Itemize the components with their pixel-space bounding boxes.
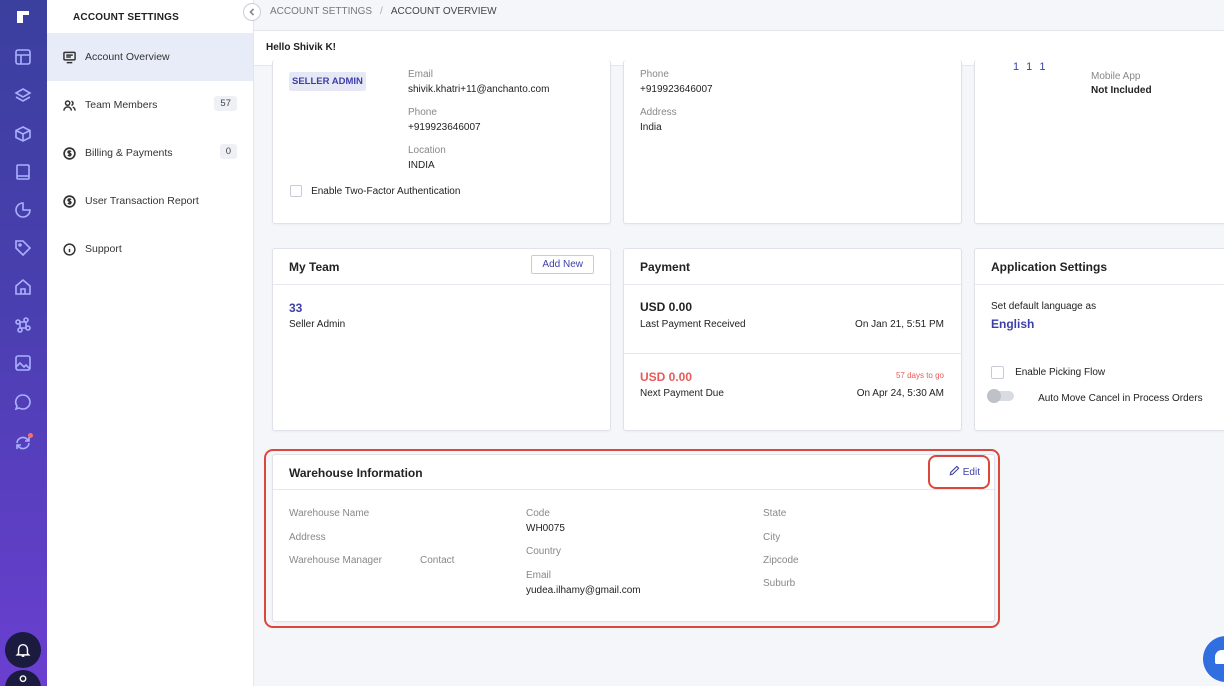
sidebar-item-label: User Transaction Report	[85, 195, 199, 207]
language-label: Set default language as	[991, 301, 1097, 312]
last-payment-label: Last Payment Received	[640, 319, 746, 330]
team-count[interactable]: 33	[289, 301, 302, 315]
picking-flow-row: Enable Picking Flow	[991, 366, 1105, 379]
breadcrumb-separator: /	[380, 6, 383, 17]
phone-label: Phone	[408, 107, 437, 118]
image-icon[interactable]	[12, 352, 34, 374]
pie-chart-icon[interactable]	[12, 199, 34, 221]
my-team-card: My Team Add New 33 Seller Admin	[272, 248, 611, 431]
sidebar-item-label: Billing & Payments	[85, 147, 173, 159]
breadcrumb-current: ACCOUNT OVERVIEW	[390, 6, 497, 17]
last-payment-date: On Jan 21, 5:51 PM	[855, 319, 944, 330]
user-icon[interactable]	[5, 670, 41, 686]
two-factor-checkbox[interactable]	[290, 185, 302, 198]
logo-icon[interactable]	[12, 6, 34, 28]
home-icon[interactable]	[12, 276, 34, 298]
greeting-text: Hello Shivik K!	[266, 42, 337, 53]
picking-flow-checkbox[interactable]	[991, 366, 1004, 379]
sidebar-title: ACCOUNT SETTINGS	[73, 12, 179, 23]
users-icon	[61, 97, 77, 113]
application-settings-card: Application Settings Set default languag…	[974, 248, 1224, 431]
phone-value: +919923646007	[408, 122, 481, 133]
sidebar-item-user-transaction-report[interactable]: User Transaction Report	[47, 177, 253, 225]
layers-icon[interactable]	[12, 85, 34, 107]
auto-move-label: Auto Move Cancel in Process Orders	[1038, 393, 1203, 404]
sidebar-item-support[interactable]: Support	[47, 225, 253, 273]
edit-highlight-box	[928, 455, 990, 489]
dollar-circle-icon	[61, 145, 77, 161]
email-label: Email	[408, 69, 434, 80]
email-value: shivik.khatri+11@anchanto.com	[408, 84, 550, 95]
sidebar-item-label: Support	[85, 243, 122, 255]
layout-icon[interactable]	[12, 46, 34, 68]
message-icon[interactable]	[12, 391, 34, 413]
sidebar-item-label: Account Overview	[85, 51, 170, 63]
plan-card: 1 1 1 Mobile App Not Included	[974, 60, 1224, 224]
auto-move-toggle[interactable]	[987, 389, 1014, 403]
sidebar-item-account-overview[interactable]: Account Overview	[47, 33, 253, 81]
mobile-app-value: Not Included	[1091, 85, 1152, 96]
application-settings-title: Application Settings	[991, 260, 1108, 274]
collapse-sidebar-button[interactable]	[243, 3, 261, 21]
due-label: Next Payment Due	[640, 388, 724, 399]
chat-button[interactable]	[1203, 636, 1224, 682]
breadcrumb: ACCOUNT SETTINGS / ACCOUNT OVERVIEW	[270, 6, 497, 17]
team-members-count: 57	[214, 96, 237, 111]
company-address-label: Address	[640, 107, 677, 118]
sync-icon[interactable]	[12, 432, 34, 454]
breadcrumb-root[interactable]: ACCOUNT SETTINGS	[270, 6, 372, 17]
chevron-left-icon	[249, 8, 255, 16]
company-phone-value: +919923646007	[640, 84, 713, 95]
box-icon[interactable]	[12, 123, 34, 145]
my-team-title: My Team	[289, 260, 340, 274]
two-factor-label: Enable Two-Factor Authentication	[311, 186, 461, 197]
two-factor-row: Enable Two-Factor Authentication	[290, 185, 461, 198]
due-amount: USD 0.00	[640, 370, 693, 384]
location-label: Location	[408, 145, 446, 156]
role-badge: SELLER ADMIN	[289, 72, 366, 91]
picking-flow-label: Enable Picking Flow	[1015, 367, 1106, 379]
team-role: Seller Admin	[289, 319, 346, 330]
sidebar-item-team-members[interactable]: Team Members 57	[47, 81, 253, 129]
settings-sidebar: ACCOUNT SETTINGS Account Overview Team M…	[47, 0, 254, 686]
language-value[interactable]: English	[991, 317, 1034, 331]
add-new-button[interactable]: Add New	[531, 255, 594, 274]
my-team-header: My Team Add New	[273, 249, 610, 285]
billing-count: 0	[219, 144, 237, 159]
dollar-circle-icon	[61, 193, 77, 209]
due-date: On Apr 24, 5:30 AM	[856, 388, 944, 399]
last-payment-amount: USD 0.00	[640, 300, 693, 314]
book-icon[interactable]	[12, 161, 34, 183]
company-address-value: India	[640, 122, 662, 133]
location-value: INDIA	[408, 160, 435, 171]
monitor-icon	[61, 49, 77, 65]
payment-header: Payment	[624, 249, 961, 285]
icon-rail	[0, 0, 47, 686]
company-card: Phone +919923646007 Address India	[623, 60, 962, 224]
payment-divider	[624, 353, 961, 354]
auto-move-row: Auto Move Cancel in Process Orders	[987, 389, 1203, 404]
plan-partial-text: 1 1 1	[1013, 61, 1048, 73]
sidebar-item-label: Team Members	[85, 99, 158, 111]
due-days: 57 days to go	[895, 371, 944, 380]
payment-card: Payment USD 0.00 Last Payment Received O…	[623, 248, 962, 431]
info-icon	[61, 241, 77, 257]
bell-icon[interactable]	[5, 632, 41, 668]
warehouse-highlight-box	[264, 449, 1000, 628]
payment-title: Payment	[640, 260, 691, 274]
profile-card: SELLER ADMIN Email shivik.khatri+11@anch…	[272, 60, 611, 224]
command-icon[interactable]	[12, 314, 34, 336]
application-settings-header: Application Settings	[975, 249, 1224, 285]
tag-icon[interactable]	[12, 237, 34, 259]
mobile-app-label: Mobile App	[1091, 71, 1141, 82]
company-phone-label: Phone	[640, 69, 669, 80]
sidebar-item-billing-payments[interactable]: Billing & Payments 0	[47, 129, 253, 177]
